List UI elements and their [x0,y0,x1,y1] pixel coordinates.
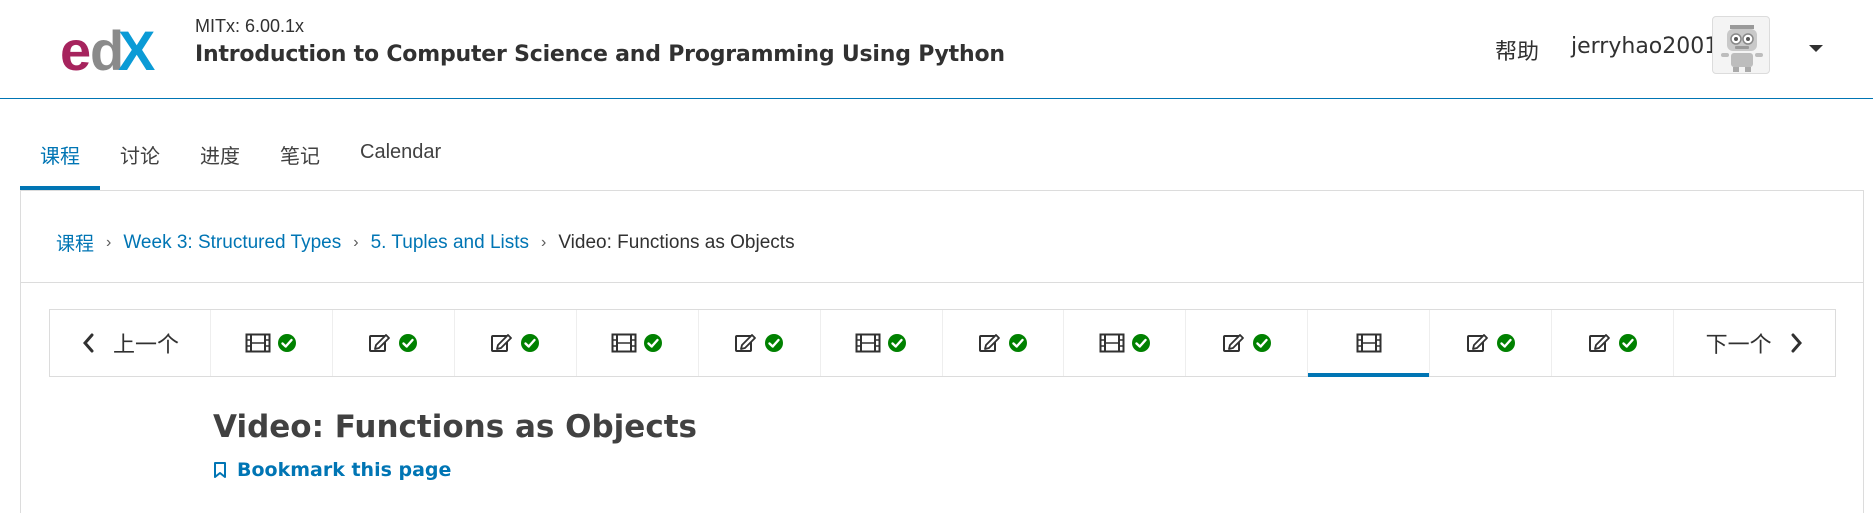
sequence-item-3-problem[interactable] [455,310,577,376]
check-circle-icon [278,334,297,352]
problem-edit-icon [735,334,757,352]
sequence-item-2-problem[interactable] [333,310,455,376]
check-circle-icon [1252,334,1271,352]
sequence-item-icons [1099,332,1151,354]
sequence-item-icons [1588,332,1638,354]
problem-edit-icon [979,334,1000,352]
sequence-item-11-problem[interactable] [1430,310,1553,376]
chevron-down-icon[interactable] [1806,40,1826,56]
course-title: Introduction to Computer Science and Pro… [195,42,1005,67]
problem-edit-icon [491,334,513,352]
bookmark-icon [214,462,226,478]
check-circle-icon [888,334,907,352]
sequence-item-icons [855,332,907,354]
video-icon [245,333,271,353]
sequence-item-8-video[interactable] [1064,310,1187,376]
svg-text:e: e [60,19,91,78]
sequence-item-4-video[interactable] [577,310,699,376]
problem-edit-icon [1222,334,1244,352]
sequence-item-5-problem[interactable] [699,310,821,376]
site-header: e d X MITx: 6.00.1x Introduction to Comp… [0,0,1873,99]
chevron-right-icon: › [541,233,547,251]
sequence-item-12-problem[interactable] [1552,310,1675,376]
next-button[interactable]: 下一个 [1674,310,1835,376]
breadcrumb-current: Video: Functions as Objects [558,231,795,253]
sequence-item-10-video[interactable] [1308,310,1431,377]
video-icon [855,333,881,353]
sequence-item-6-video[interactable] [821,310,943,376]
problem-edit-icon [1466,334,1488,352]
next-label: 下一个 [1705,333,1772,358]
sequence-item-1-video[interactable] [211,310,333,376]
tab-course[interactable]: 课程 [20,128,100,190]
avatar[interactable] [1712,16,1770,74]
previous-label: 上一个 [112,333,179,358]
breadcrumb-section[interactable]: 5. Tuples and Lists [371,232,529,254]
chevron-left-icon [82,333,94,353]
robot-avatar-icon [1721,25,1763,72]
sequence-item-icons [245,332,297,354]
username[interactable]: jerryhao2001 [1571,34,1718,59]
check-circle-icon [521,334,540,352]
video-icon [1099,333,1125,353]
unit-title: Video: Functions as Objects [213,409,697,445]
check-circle-icon [1131,334,1150,352]
bookmark-label: Bookmark this page [237,459,452,481]
breadcrumb-course[interactable]: 课程 [56,229,94,256]
course-content-panel: 课程 › Week 3: Structured Types › 5. Tuple… [20,190,1864,513]
sequence-item-icons [978,332,1028,354]
check-circle-icon [1009,334,1027,352]
previous-button[interactable]: 上一个 [50,310,211,376]
check-circle-icon [1496,334,1515,352]
chevron-right-icon [1791,333,1802,353]
problem-edit-icon [369,334,391,352]
check-circle-icon [644,334,663,352]
svg-text:X: X [118,19,155,78]
sequence-item-icons [490,332,540,354]
breadcrumb: 课程 › Week 3: Structured Types › 5. Tuple… [56,229,795,256]
sequence-item-icons [1466,332,1516,354]
sequence-item-icons [1222,332,1272,354]
divider [21,282,1863,283]
check-circle-icon [399,334,418,352]
sequence-item-icons [734,332,784,354]
video-icon [611,333,637,353]
tab-calendar[interactable]: Calendar [340,128,461,190]
problem-edit-icon [1588,334,1610,352]
course-tabs: 课程 讨论 进度 笔记 Calendar [20,128,461,190]
chevron-right-icon: › [353,233,359,251]
check-circle-icon [1618,334,1637,352]
help-link[interactable]: 帮助 [1495,34,1539,66]
sequence-item-7-problem[interactable] [943,310,1065,376]
chevron-right-icon: › [106,233,112,251]
check-circle-icon [765,334,784,352]
sequence-nav: 上一个 下一个 [49,309,1836,377]
bookmark-button[interactable]: Bookmark this page [213,459,451,481]
course-org: MITx: 6.00.1x [195,16,305,36]
tab-notes[interactable]: 笔记 [260,128,340,190]
sequence-item-icons [611,332,663,354]
sequence-item-icons [1356,332,1382,354]
breadcrumb-week[interactable]: Week 3: Structured Types [123,232,341,254]
edx-logo[interactable]: e d X [60,18,170,78]
sequence-item-9-problem[interactable] [1186,310,1309,376]
tab-progress[interactable]: 进度 [180,128,260,190]
sequence-item-icons [368,332,418,354]
video-icon [1356,333,1382,353]
tab-discussion[interactable]: 讨论 [100,128,180,190]
